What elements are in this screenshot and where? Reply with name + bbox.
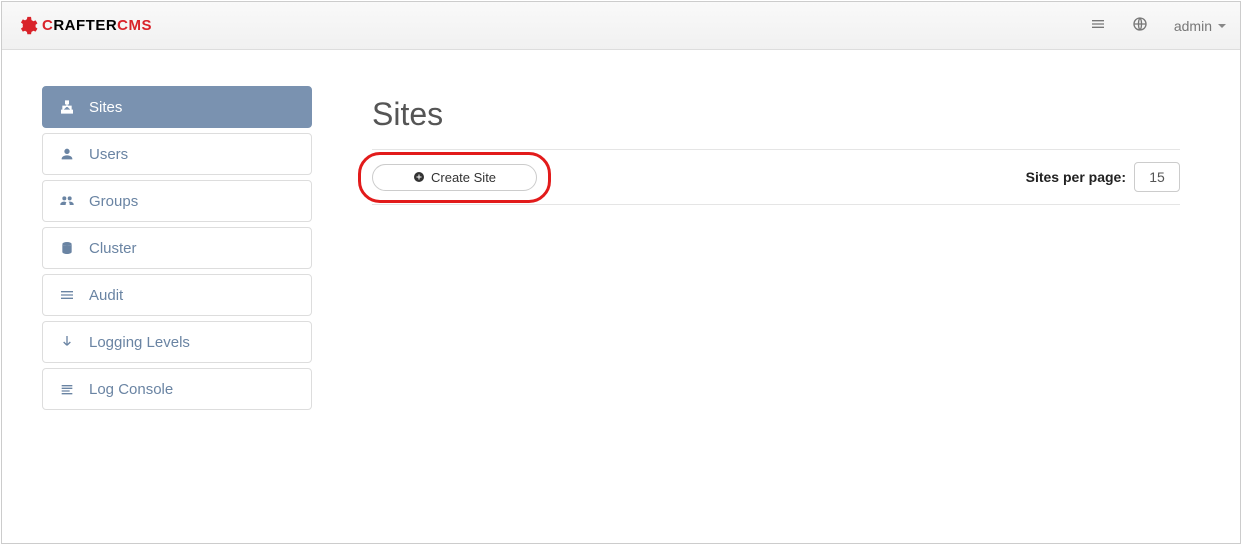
toolbar: Create Site Sites per page: [372,162,1180,205]
arrow-down-icon [59,334,75,350]
users-icon [59,193,75,209]
sidebar-item-label: Audit [89,287,123,304]
sidebar-item-label: Log Console [89,381,173,398]
divider [372,149,1180,150]
sidebar-item-groups[interactable]: Groups [42,180,312,222]
gear-icon [16,15,38,37]
user-menu[interactable]: admin [1174,18,1226,34]
per-page-label: Sites per page: [1026,169,1126,185]
topbar: CRAFTERCMS admin [2,2,1240,50]
sidebar-item-label: Logging Levels [89,334,190,351]
per-page-input[interactable] [1134,162,1180,192]
user-icon [59,146,75,162]
brand-logo[interactable]: CRAFTERCMS [16,15,152,37]
sidebar-item-logging-levels[interactable]: Logging Levels [42,321,312,363]
main-panel: Sites Create Site Sites per page: [372,86,1200,415]
sidebar-item-label: Groups [89,193,138,210]
database-icon [59,240,75,256]
sidebar-item-users[interactable]: Users [42,133,312,175]
caret-down-icon [1218,24,1226,28]
sidebar-item-label: Users [89,146,128,163]
bars-icon [59,287,75,303]
plus-circle-icon [413,171,425,183]
menu-icon[interactable] [1090,16,1106,35]
sitemap-icon [59,99,75,115]
sidebar-item-audit[interactable]: Audit [42,274,312,316]
sidebar-item-cluster[interactable]: Cluster [42,227,312,269]
sidebar-item-sites[interactable]: Sites [42,86,312,128]
globe-icon[interactable] [1132,16,1148,35]
sidebar-item-label: Cluster [89,240,137,257]
user-label: admin [1174,18,1212,34]
create-site-button[interactable]: Create Site [372,164,537,191]
create-site-label: Create Site [431,170,496,185]
sidebar-item-label: Sites [89,99,122,116]
page-title: Sites [372,96,1180,133]
brand-text: CRAFTERCMS [42,17,152,34]
sidebar-item-log-console[interactable]: Log Console [42,368,312,410]
sidebar: Sites Users Groups Cluster Audit Logging… [42,86,312,415]
lines-icon [59,381,75,397]
